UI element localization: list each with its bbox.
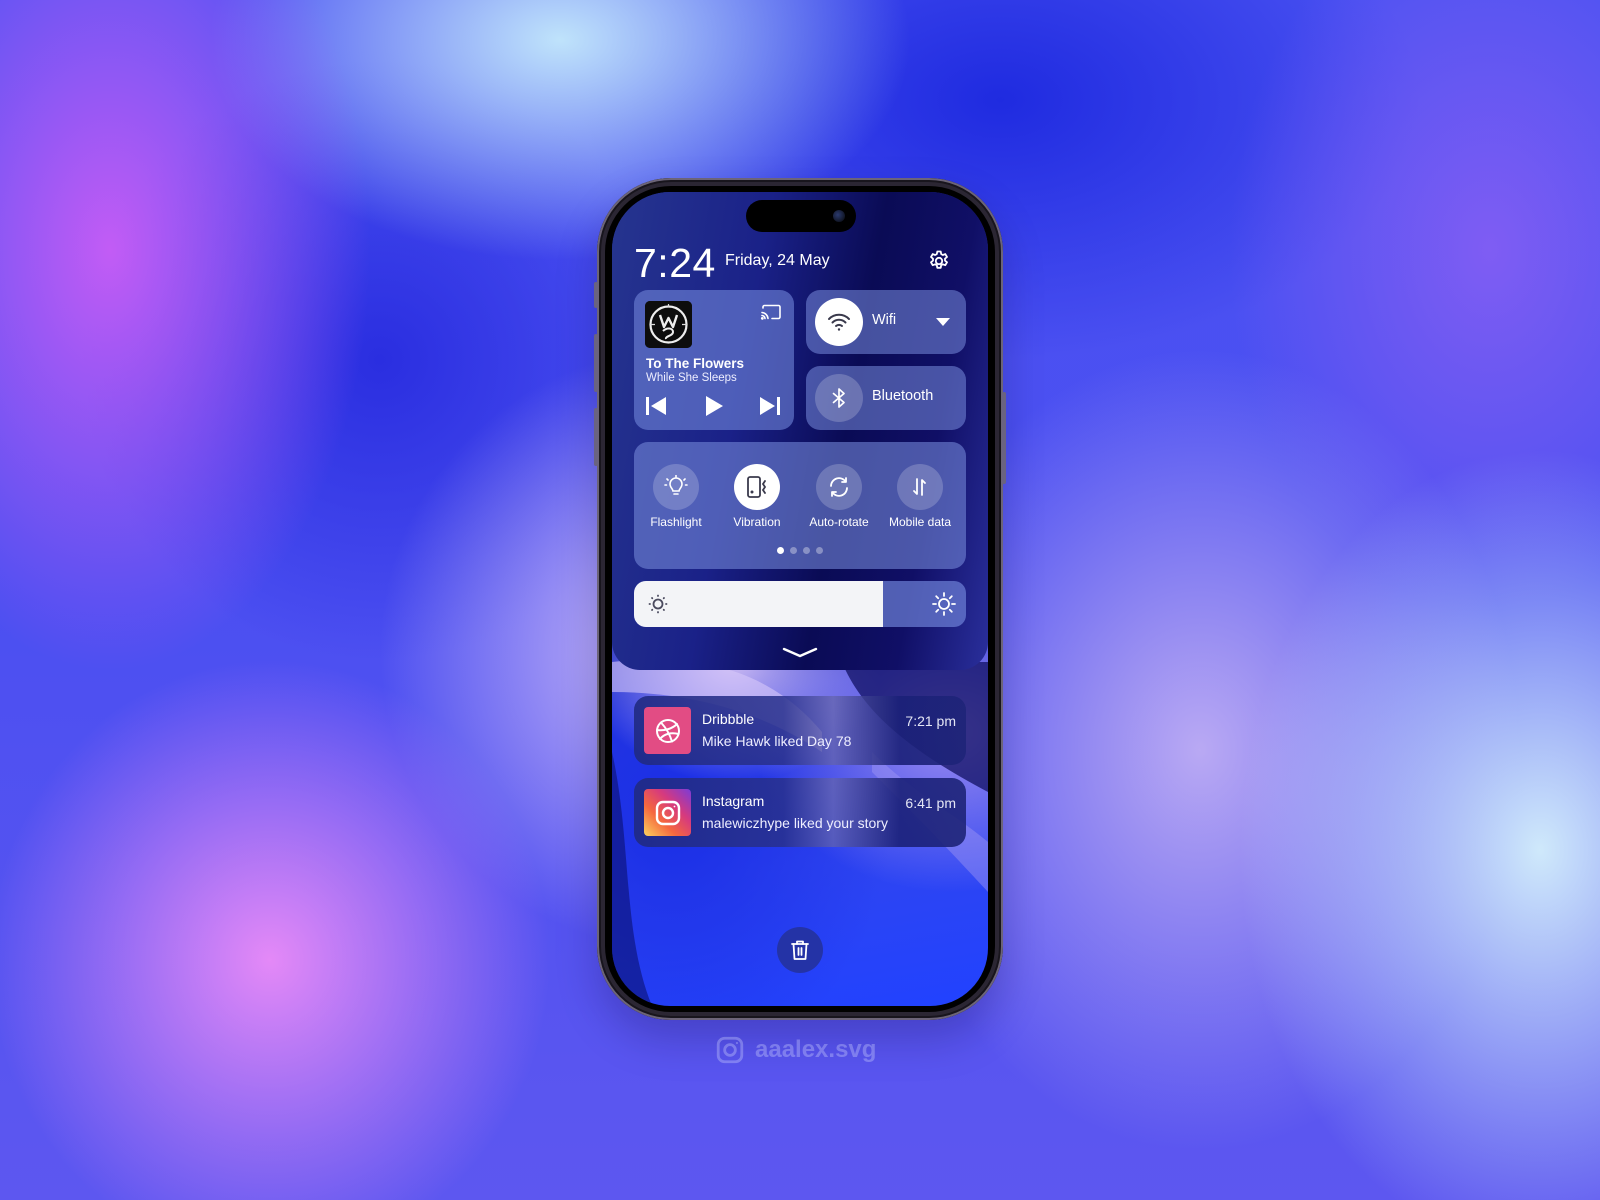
- wifi-expand-caret-icon[interactable]: [936, 318, 950, 326]
- page-dot-1[interactable]: [777, 547, 784, 554]
- mobile-data-toggle-circle: [897, 464, 943, 510]
- mobile-data-toggle[interactable]: Mobile data: [880, 464, 960, 529]
- dribbble-app-icon: [644, 707, 691, 754]
- gear-icon: [930, 250, 948, 269]
- skip-next-icon: [760, 397, 780, 415]
- action-button: [594, 282, 598, 308]
- brightness-slider[interactable]: [634, 581, 966, 627]
- next-track-button[interactable]: [758, 394, 782, 418]
- vibration-toggle[interactable]: Vibration: [717, 464, 797, 529]
- song-artist: While She Sleeps: [646, 372, 737, 384]
- flashlight-icon: [664, 475, 688, 495]
- page-dot-3[interactable]: [803, 547, 810, 554]
- mobile-data-icon: [913, 478, 926, 496]
- auto-rotate-label: Auto-rotate: [809, 515, 869, 529]
- notification-time: 6:41 pm: [905, 795, 956, 811]
- instagram-icon: [716, 1036, 744, 1064]
- wifi-toggle[interactable]: [815, 298, 863, 346]
- brightness-high-icon: [932, 592, 956, 616]
- date-label: Friday, 24 May: [725, 252, 830, 269]
- album-art: [645, 301, 692, 348]
- notification-dribbble[interactable]: Dribbble Mike Hawk liked Day 78 7:21 pm: [634, 696, 966, 765]
- cast-icon: [760, 304, 781, 320]
- previous-track-button[interactable]: [644, 394, 668, 418]
- flashlight-toggle[interactable]: Flashlight: [636, 464, 716, 529]
- skip-previous-icon: [646, 397, 666, 415]
- instagram-app-icon: [644, 789, 691, 836]
- page-dot-4[interactable]: [816, 547, 823, 554]
- bluetooth-tile[interactable]: Bluetooth: [806, 366, 966, 430]
- flashlight-toggle-circle: [653, 464, 699, 510]
- auto-rotate-toggle[interactable]: Auto-rotate: [799, 464, 879, 529]
- notification-instagram[interactable]: Instagram malewiczhype liked your story …: [634, 778, 966, 847]
- wifi-icon: [828, 313, 850, 331]
- mobile-data-label: Mobile data: [888, 515, 952, 529]
- notification-message: malewiczhype liked your story: [702, 815, 888, 831]
- dribbble-icon: [655, 718, 680, 743]
- wifi-label: Wifi: [872, 312, 897, 328]
- notification-time: 7:21 pm: [905, 713, 956, 729]
- notification-message: Mike Hawk liked Day 78: [702, 733, 852, 749]
- notification-app-name: Instagram: [702, 793, 765, 809]
- settings-button[interactable]: [926, 248, 952, 274]
- instagram-icon: [655, 800, 680, 825]
- media-player-card[interactable]: To The Flowers While She Sleeps: [634, 290, 794, 430]
- clock: 7:24: [634, 240, 716, 286]
- flashlight-label: Flashlight: [650, 515, 702, 529]
- wifi-tile[interactable]: Wifi: [806, 290, 966, 354]
- vibration-label: Vibration: [733, 515, 781, 529]
- bluetooth-label: Bluetooth: [872, 388, 934, 404]
- brightness-fill[interactable]: [634, 581, 883, 627]
- brightness-low-icon: [648, 594, 668, 614]
- volume-up-button: [594, 334, 598, 392]
- volume-down-button: [594, 408, 598, 466]
- song-title: To The Flowers: [646, 356, 745, 371]
- auto-rotate-toggle-circle: [816, 464, 862, 510]
- quick-toggles-panel: Flashlight Vibration Auto-rotate Mobile …: [634, 442, 966, 569]
- vibration-icon: [747, 476, 767, 498]
- vibration-toggle-circle: [734, 464, 780, 510]
- clear-all-notifications-button[interactable]: [777, 927, 823, 973]
- screen: 7:24 Friday, 24 May To The Flowers While…: [612, 192, 988, 1006]
- watermark-handle: aaalex.svg: [755, 1036, 877, 1063]
- auto-rotate-icon: [830, 477, 848, 497]
- play-button[interactable]: [702, 394, 726, 418]
- power-button: [1002, 392, 1006, 484]
- cast-button[interactable]: [760, 304, 782, 322]
- page-dot-2[interactable]: [790, 547, 797, 554]
- bluetooth-icon: [832, 388, 845, 408]
- front-camera: [833, 210, 845, 222]
- album-cover-icon: [645, 301, 692, 348]
- notification-app-name: Dribbble: [702, 711, 755, 727]
- dynamic-island: [746, 200, 856, 232]
- trash-icon: [791, 940, 809, 960]
- watermark: aaalex.svg: [715, 1035, 876, 1065]
- collapse-chevron-icon[interactable]: [780, 644, 820, 664]
- play-icon: [706, 396, 723, 416]
- page-indicator: [634, 547, 966, 554]
- phone-frame: 7:24 Friday, 24 May To The Flowers While…: [594, 178, 1006, 1020]
- bluetooth-toggle[interactable]: [815, 374, 863, 422]
